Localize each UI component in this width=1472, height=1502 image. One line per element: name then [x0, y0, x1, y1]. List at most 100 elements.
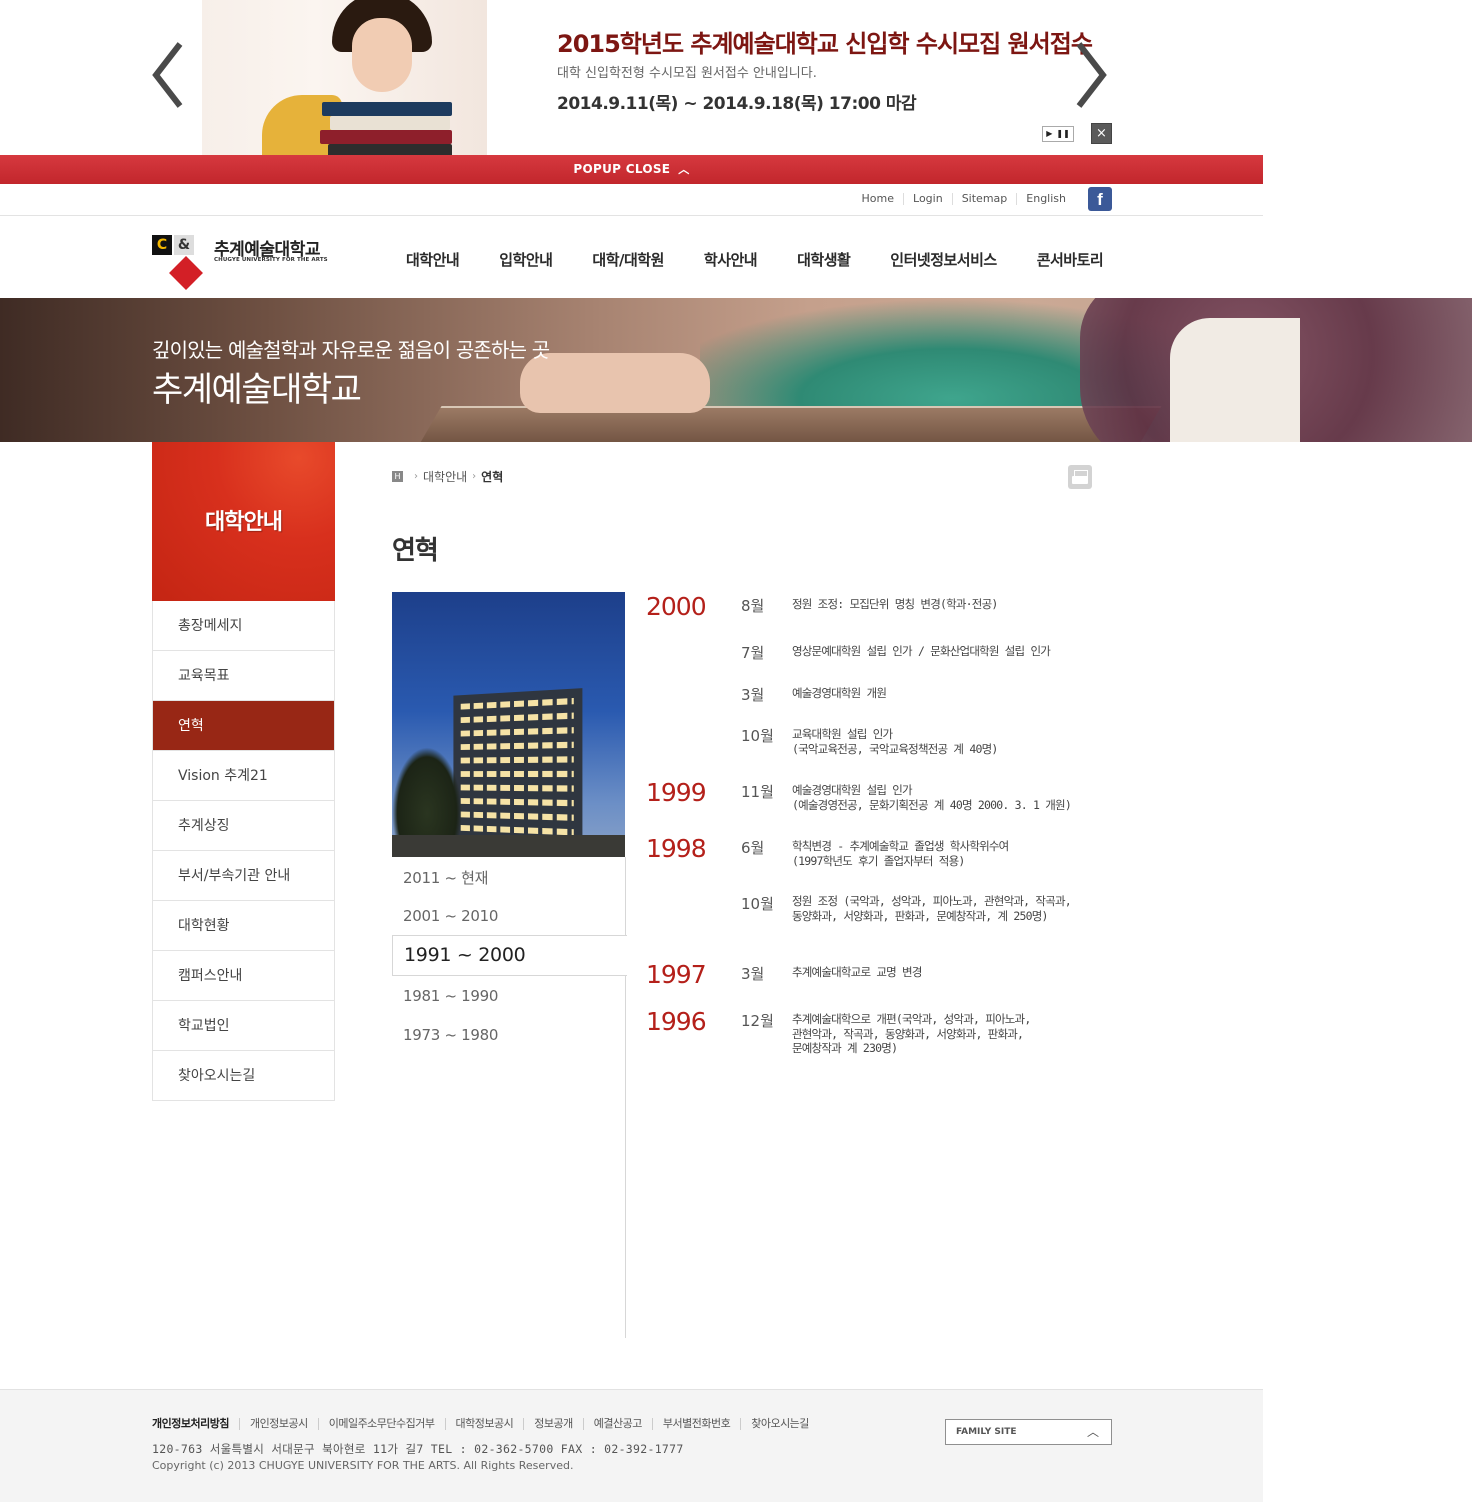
- popup-close-label[interactable]: POPUP CLOSE: [573, 162, 670, 176]
- lnb-item-vision[interactable]: Vision 추계21: [153, 751, 334, 801]
- timeline-month: 11월: [741, 783, 774, 801]
- popup-title[interactable]: 2015학년도 추계예술대학교 신입학 수시모집 원서접수: [557, 24, 1093, 59]
- footer-link[interactable]: 부서별전화번호: [651, 1418, 740, 1430]
- timeline-month: 10월: [741, 895, 774, 913]
- site-header: C & 추계예술대학교 CHUGYE UNIVERSITY FOR THE AR…: [0, 217, 1263, 298]
- play-icon[interactable]: ▶: [1046, 130, 1052, 138]
- logo-mark-arts: [169, 256, 203, 290]
- footer-link[interactable]: 예결산공고: [582, 1418, 652, 1430]
- page-title: 연혁: [392, 536, 439, 566]
- timeline-month: 3월: [741, 965, 765, 983]
- visual-title: 추계예술대학교: [152, 370, 362, 410]
- gnb-item-about[interactable]: 대학안내: [406, 249, 460, 270]
- timeline-month: 6월: [741, 839, 765, 857]
- breadcrumb: H › 대학안내 › 연혁: [392, 468, 503, 485]
- gnb-item-conservatory[interactable]: 콘서바토리: [1037, 249, 1104, 270]
- timeline-month: 8월: [741, 597, 765, 615]
- timeline-event: 추계예술대학교로 교명 변경: [792, 965, 922, 979]
- period-tab[interactable]: 2011 ~ 현재: [392, 867, 626, 888]
- logo-english: CHUGYE UNIVERSITY FOR THE ARTS: [214, 257, 328, 263]
- lnb-heading-box: 대학안내: [152, 442, 335, 601]
- chevron-up-icon[interactable]: ︿: [678, 155, 689, 184]
- lnb-heading: 대학안내: [205, 510, 283, 535]
- footer-copyright: Copyright (c) 2013 CHUGYE UNIVERSITY FOR…: [152, 1459, 574, 1472]
- period-tab[interactable]: 1981 ~ 1990: [392, 987, 626, 1005]
- lnb-item-president-message[interactable]: 총장메세지: [153, 601, 334, 651]
- popup-close-bar[interactable]: POPUP CLOSE ︿: [0, 155, 1263, 184]
- gnb-item-admission[interactable]: 입학안내: [499, 249, 553, 270]
- footer-address: 120-763 서울특별시 서대문구 북아현로 11가 길7 TEL : 02-…: [152, 1442, 684, 1456]
- timeline-event: 영상문예대학원 설립 인가 / 문화산업대학원 설립 인가: [792, 644, 1051, 658]
- breadcrumb-item[interactable]: 대학안내: [423, 468, 467, 485]
- footer-link[interactable]: 개인정보공시: [238, 1418, 318, 1430]
- popup-student-image: [202, 0, 487, 155]
- timeline-year: 1999: [646, 778, 707, 807]
- pause-icon[interactable]: ❚❚: [1056, 130, 1069, 138]
- lnb-item-status[interactable]: 대학현황: [153, 901, 334, 951]
- breadcrumb-separator-icon: ›: [472, 471, 477, 482]
- timeline-event: 정원 조정: 모집단위 명칭 변경(학과·전공): [792, 597, 998, 611]
- chevron-up-icon: ︿: [1086, 1425, 1099, 1439]
- main-nav: 대학안내 입학안내 대학/대학원 학사안내 대학생활 인터넷정보서비스 콘서바토…: [406, 249, 1104, 270]
- timeline-month: 10월: [741, 727, 774, 745]
- logo-mark-g: &: [174, 235, 194, 255]
- popup-description: 대학 신입학전형 수시모집 원서접수 안내입니다.: [557, 66, 817, 81]
- footer-link[interactable]: 찾아오시는길: [740, 1418, 819, 1430]
- util-link-sitemap[interactable]: Sitemap: [951, 193, 1017, 205]
- lnb-item-departments[interactable]: 부서/부속기관 안내: [153, 851, 334, 901]
- timeline-year: 1997: [646, 960, 707, 989]
- lnb-item-directions[interactable]: 찾아오시는길: [153, 1051, 334, 1101]
- sub-nav: 총장메세지 교육목표 연혁 Vision 추계21 추계상징 부서/부속기관 안…: [152, 601, 335, 1101]
- popup-date: 2014.9.11(목) ~ 2014.9.18(목) 17:00 마감: [557, 94, 917, 114]
- period-tab-active[interactable]: 1991 ~ 2000: [392, 935, 627, 976]
- timeline-month: 12월: [741, 1012, 774, 1030]
- campus-building-image: [392, 592, 625, 857]
- footer-links: 개인정보처리방침 개인정보공시 이메일주소무단수집거부 대학정보공시 정보공개 …: [152, 1418, 819, 1430]
- timeline-month: 3월: [741, 686, 765, 704]
- gayageum-image: [418, 406, 1162, 442]
- site-footer: 개인정보처리방침 개인정보공시 이메일주소무단수집거부 대학정보공시 정보공개 …: [0, 1389, 1263, 1502]
- next-arrow-icon[interactable]: [1075, 40, 1109, 110]
- gnb-item-internet-service[interactable]: 인터넷정보서비스: [890, 249, 997, 270]
- facebook-icon[interactable]: f: [1088, 187, 1112, 211]
- footer-link-privacy-policy[interactable]: 개인정보처리방침: [152, 1418, 239, 1430]
- university-logo[interactable]: C & 추계예술대학교 CHUGYE UNIVERSITY FOR THE AR…: [152, 235, 342, 290]
- family-site-select[interactable]: FAMILY SITE ︿: [945, 1419, 1112, 1445]
- timeline-event: 예술경영대학원 설립 인가 (예술경영전공, 문화기획전공 계 40명 2000…: [792, 783, 1072, 812]
- lnb-item-symbol[interactable]: 추계상징: [153, 801, 334, 851]
- timeline-year: 2000: [646, 592, 707, 621]
- footer-link[interactable]: 대학정보공시: [444, 1418, 524, 1430]
- logo-mark-c: C: [152, 235, 172, 255]
- gnb-item-academic[interactable]: 학사안내: [704, 249, 758, 270]
- popup-banner: 2015학년도 추계예술대학교 신입학 수시모집 원서접수 대학 신입학전형 수…: [0, 0, 1263, 155]
- util-link-english[interactable]: English: [1016, 193, 1075, 205]
- play-pause-control[interactable]: ▶ ❚❚: [1042, 126, 1074, 142]
- timeline-event: 정원 조정 (국악과, 성악과, 피아노과, 관현악과, 작곡과, 동양화과, …: [792, 894, 1072, 923]
- timeline-event: 학칙변경 - 추계예술학교 졸업생 학사학위수여 (1997학년도 후기 졸업자…: [792, 839, 1009, 868]
- timeline-event: 추계예술대학으로 개편(국악과, 성악과, 피아노과, 관현악과, 작곡과, 동…: [792, 1012, 1031, 1055]
- home-icon[interactable]: H: [392, 471, 403, 482]
- gnb-item-campus-life[interactable]: 대학생활: [797, 249, 851, 270]
- timeline-month: 7월: [741, 644, 765, 662]
- lnb-item-foundation[interactable]: 학교법인: [153, 1001, 334, 1051]
- footer-link[interactable]: 이메일주소무단수집거부: [317, 1418, 445, 1430]
- family-site-label: FAMILY SITE: [956, 1427, 1017, 1437]
- utility-bar: Home Login Sitemap English f: [0, 184, 1263, 216]
- breadcrumb-current: 연혁: [481, 470, 504, 484]
- util-link-home[interactable]: Home: [853, 193, 903, 205]
- print-icon[interactable]: [1068, 465, 1092, 489]
- visual-subtitle: 깊이있는 예술철학과 자유로운 젊음이 공존하는 곳: [152, 338, 550, 362]
- period-tab[interactable]: 2001 ~ 2010: [392, 907, 626, 925]
- period-tabs: 2011 ~ 현재 2001 ~ 2010 1991 ~ 2000 1981 ~…: [392, 857, 627, 1338]
- prev-arrow-icon[interactable]: [150, 40, 184, 110]
- timeline-year: 1996: [646, 1007, 707, 1036]
- timeline-event: 교육대학원 설립 인가 (국악교육전공, 국악교육정책전공 계 40명): [792, 727, 998, 756]
- lnb-item-education-goal[interactable]: 교육목표: [153, 651, 334, 701]
- period-tab[interactable]: 1973 ~ 1980: [392, 1026, 626, 1044]
- footer-link[interactable]: 정보공개: [523, 1418, 582, 1430]
- popup-close-icon[interactable]: ×: [1091, 123, 1112, 144]
- lnb-item-history[interactable]: 연혁: [153, 701, 334, 751]
- gnb-item-college[interactable]: 대학/대학원: [592, 249, 664, 270]
- lnb-item-campus[interactable]: 캠퍼스안내: [153, 951, 334, 1001]
- util-link-login[interactable]: Login: [903, 193, 952, 205]
